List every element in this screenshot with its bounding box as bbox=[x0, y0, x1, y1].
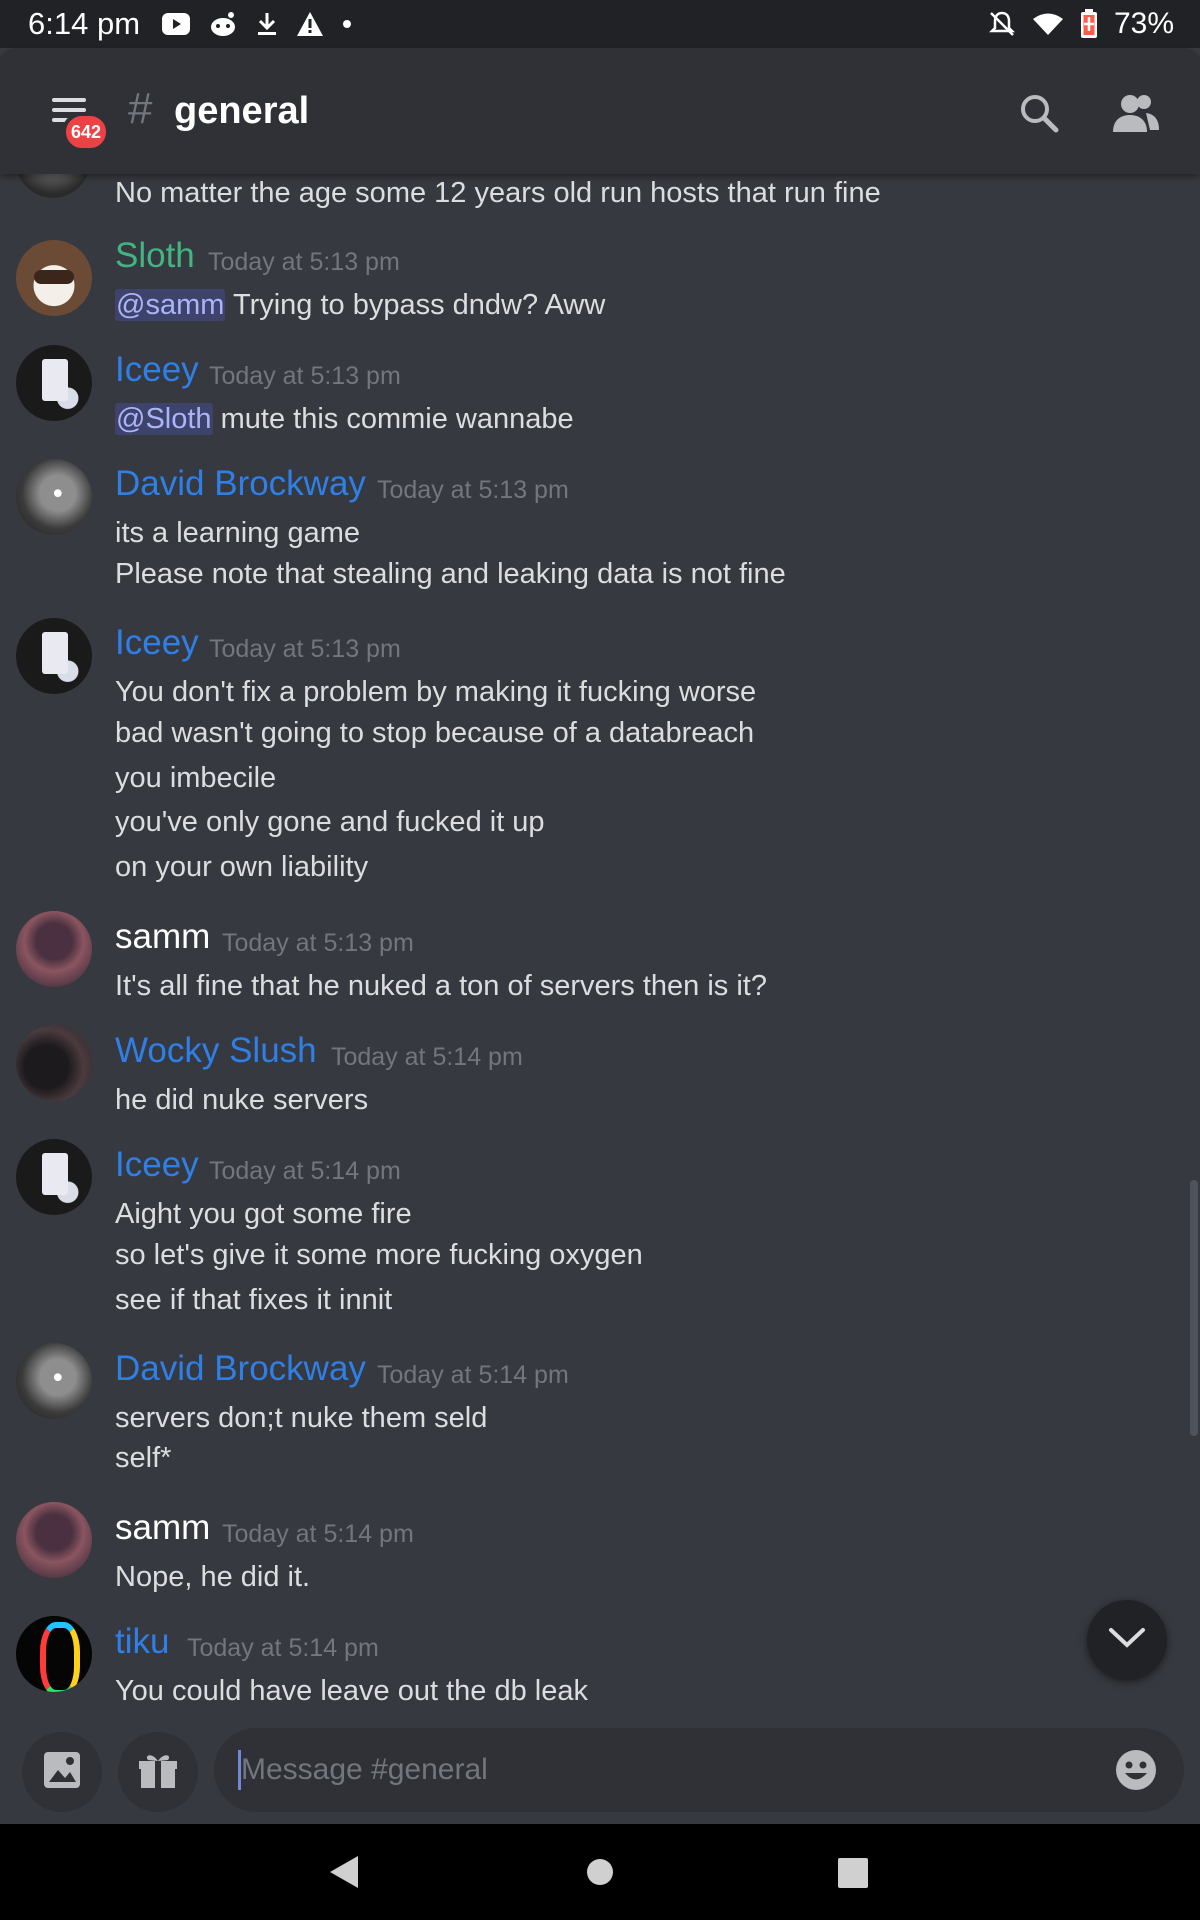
message-text: see if that fixes it innit bbox=[115, 1284, 393, 1316]
image-icon bbox=[42, 1750, 82, 1795]
message-input[interactable]: Message #general bbox=[214, 1728, 1184, 1812]
author-name[interactable]: David Brockway bbox=[115, 1349, 366, 1389]
message-text: on your own liability bbox=[115, 851, 369, 883]
message-text: bad wasn't going to stop because of a da… bbox=[115, 717, 755, 749]
message-text: so let's give it some more fucking oxyge… bbox=[115, 1239, 643, 1271]
avatar-iceey[interactable] bbox=[16, 345, 92, 421]
channel-title[interactable]: general bbox=[174, 90, 309, 133]
message-text: he did nuke servers bbox=[115, 1084, 369, 1116]
battery-icon bbox=[1080, 9, 1098, 39]
chevron-down-icon bbox=[1107, 1626, 1147, 1655]
timestamp: Today at 5:14 pm bbox=[331, 1043, 523, 1071]
download-icon bbox=[256, 11, 278, 37]
timestamp: Today at 5:13 pm bbox=[209, 635, 401, 663]
timestamp: Today at 5:14 pm bbox=[209, 1157, 401, 1185]
timestamp: Today at 5:13 pm bbox=[377, 476, 569, 504]
message-text: You don't fix a problem by making it fuc… bbox=[115, 676, 757, 708]
author-name[interactable]: Iceey bbox=[115, 1145, 199, 1185]
message-text: its a learning game bbox=[115, 517, 361, 549]
avatar-tiku[interactable] bbox=[16, 1616, 92, 1692]
gift-icon bbox=[137, 1750, 179, 1795]
message-text: you've only gone and fucked it up bbox=[115, 806, 545, 838]
notifications-off-icon bbox=[988, 10, 1016, 38]
message-list[interactable]: No matter the age some 12 years old run … bbox=[0, 174, 1200, 1726]
avatar-iceey[interactable] bbox=[16, 1139, 92, 1215]
message-text: @Sloth mute this commie wannabe bbox=[115, 403, 574, 435]
author-name[interactable]: David Brockway bbox=[115, 464, 366, 504]
author-name[interactable]: tiku bbox=[115, 1622, 169, 1662]
avatar[interactable] bbox=[16, 174, 90, 198]
user-mention[interactable]: @samm bbox=[115, 289, 226, 321]
avatar-iceey[interactable] bbox=[16, 618, 92, 694]
author-name[interactable]: samm bbox=[115, 917, 210, 957]
gift-button[interactable] bbox=[118, 1732, 198, 1812]
author-name[interactable]: Sloth bbox=[115, 236, 195, 276]
jump-to-present-button[interactable] bbox=[1087, 1600, 1167, 1680]
message-text: you imbecile bbox=[115, 762, 277, 794]
recents-icon[interactable] bbox=[838, 1858, 868, 1893]
timestamp: Today at 5:13 pm bbox=[222, 929, 414, 957]
upload-image-button[interactable] bbox=[22, 1732, 102, 1812]
message-text: Nope, he did it. bbox=[115, 1561, 311, 1593]
scrollbar[interactable] bbox=[1190, 1180, 1198, 1436]
avatar-david-brockway[interactable] bbox=[16, 459, 92, 535]
message-text: You could have leave out the db leak bbox=[115, 1675, 588, 1707]
message-text: No matter the age some 12 years old run … bbox=[115, 177, 881, 209]
system-nav-bar bbox=[0, 1824, 1200, 1920]
reddit-icon bbox=[208, 11, 238, 37]
avatar-samm[interactable] bbox=[16, 911, 92, 987]
timestamp: Today at 5:14 pm bbox=[222, 1520, 414, 1548]
message-text: Aight you got some fire bbox=[115, 1198, 412, 1230]
message-placeholder: Message #general bbox=[241, 1753, 488, 1786]
search-icon[interactable] bbox=[1018, 92, 1062, 136]
timestamp: Today at 5:13 pm bbox=[209, 362, 401, 390]
avatar-david-brockway[interactable] bbox=[16, 1343, 92, 1419]
back-icon[interactable] bbox=[328, 1854, 360, 1895]
author-name[interactable]: Iceey bbox=[115, 623, 199, 663]
dot-icon bbox=[342, 19, 352, 29]
timestamp: Today at 5:13 pm bbox=[208, 248, 400, 276]
author-name[interactable]: Wocky Slush bbox=[115, 1031, 317, 1071]
message-text: Please note that stealing and leaking da… bbox=[115, 558, 786, 590]
timestamp: Today at 5:14 pm bbox=[377, 1361, 569, 1389]
wifi-icon bbox=[1032, 12, 1064, 36]
user-mention[interactable]: @Sloth bbox=[115, 403, 213, 435]
status-bar: 6:14 pm 73% bbox=[0, 0, 1200, 48]
hash-icon: # bbox=[128, 84, 153, 133]
avatar-wocky-slush[interactable] bbox=[16, 1025, 92, 1101]
author-name[interactable]: samm bbox=[115, 1508, 210, 1548]
avatar-samm[interactable] bbox=[16, 1502, 92, 1578]
author-name[interactable]: Iceey bbox=[115, 350, 199, 390]
message-text: @samm Trying to bypass dndw? Aww bbox=[115, 289, 606, 321]
battery-percent: 73% bbox=[1113, 7, 1174, 40]
avatar-sloth[interactable] bbox=[16, 240, 92, 316]
warning-icon bbox=[296, 11, 324, 37]
message-text: servers don;t nuke them seld bbox=[115, 1402, 488, 1434]
unread-badge: 642 bbox=[62, 112, 110, 152]
youtube-icon bbox=[162, 13, 191, 35]
status-time: 6:14 pm bbox=[28, 6, 141, 41]
home-icon[interactable] bbox=[586, 1858, 614, 1891]
message-text: It's all fine that he nuked a ton of ser… bbox=[115, 970, 767, 1002]
emoji-icon[interactable] bbox=[1114, 1748, 1158, 1792]
members-icon[interactable] bbox=[1110, 92, 1162, 136]
channel-header: 642 # general bbox=[0, 48, 1200, 174]
message-text: self* bbox=[115, 1442, 172, 1474]
timestamp: Today at 5:14 pm bbox=[187, 1634, 379, 1662]
